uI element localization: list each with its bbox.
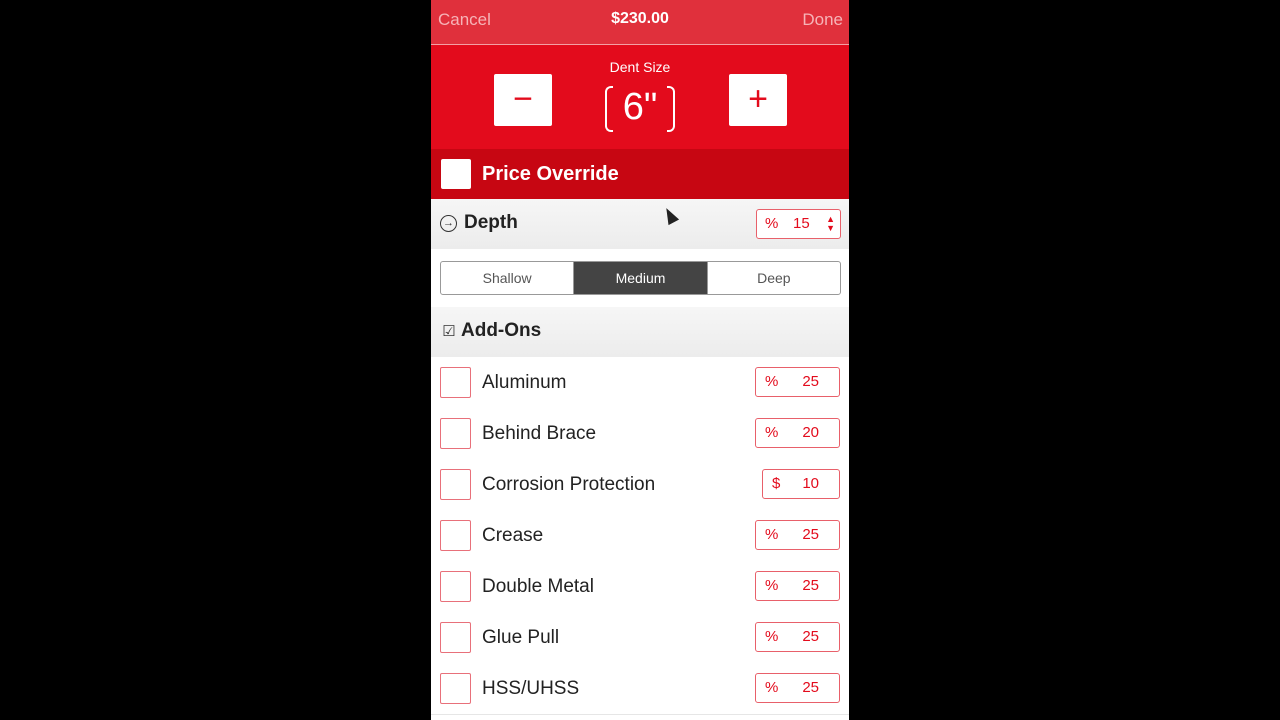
addon-value: 25 <box>802 526 819 543</box>
list-item: Double Metal % 25 <box>431 561 849 613</box>
depth-segmented-control: Shallow Medium Deep <box>440 261 841 295</box>
addon-value-field[interactable]: % 25 <box>755 673 840 703</box>
depth-section-header: → Depth % 15 ▲ ▼ <box>431 199 849 249</box>
addon-label: Aluminum <box>482 372 567 393</box>
addon-label: Glue Pull <box>482 627 560 648</box>
list-item: Corrosion Protection $ 10 <box>431 459 849 511</box>
dent-size-panel: Dent Size − 6" + <box>431 45 849 149</box>
addon-checkbox[interactable] <box>440 571 471 602</box>
addons-section-header: ☑ Add-Ons <box>431 307 849 357</box>
addon-unit: $ <box>772 475 781 492</box>
depth-title: Depth <box>464 212 518 233</box>
depth-unit: % <box>765 215 779 232</box>
list-item: Behind Brace % 20 <box>431 408 849 460</box>
segment-medium[interactable]: Medium <box>574 262 708 294</box>
addon-value-field[interactable]: % 25 <box>755 520 840 550</box>
addon-unit: % <box>765 628 779 645</box>
price-override-checkbox[interactable] <box>441 159 471 189</box>
segment-deep[interactable]: Deep <box>708 262 840 294</box>
updown-arrows-icon: ▲ ▼ <box>826 214 835 233</box>
navigation-bar: Cancel $230.00 Done <box>431 0 849 45</box>
price-override-label: Price Override <box>482 163 619 185</box>
total-price-title: $230.00 <box>611 10 669 27</box>
addon-unit: % <box>765 373 779 390</box>
addon-value-field[interactable]: % 20 <box>755 418 840 448</box>
dent-size-label: Dent Size <box>609 59 671 75</box>
addon-checkbox[interactable] <box>440 520 471 551</box>
addon-label: Corrosion Protection <box>482 474 656 495</box>
addon-unit: % <box>765 577 779 594</box>
dent-size-value: 6" <box>605 82 675 132</box>
addon-value: 25 <box>802 628 819 645</box>
addon-unit: % <box>765 424 779 441</box>
list-item: Aluminum % 25 <box>431 357 849 409</box>
addon-checkbox[interactable] <box>440 418 471 449</box>
checkbox-icon: ☑ <box>442 323 456 340</box>
addon-checkbox[interactable] <box>440 673 471 704</box>
phone-screen: Cancel $230.00 Done Dent Size − 6" + Pri… <box>431 0 849 720</box>
addon-checkbox[interactable] <box>440 469 471 500</box>
list-item: Glue Pull % 25 <box>431 612 849 664</box>
addon-value-field[interactable]: % 25 <box>755 571 840 601</box>
addon-value: 25 <box>802 679 819 696</box>
done-button[interactable]: Done <box>802 10 843 30</box>
addon-value-field[interactable]: % 25 <box>755 622 840 652</box>
segment-shallow[interactable]: Shallow <box>441 262 575 294</box>
addon-checkbox[interactable] <box>440 622 471 653</box>
list-item: Crease % 25 <box>431 510 849 562</box>
price-override-row[interactable]: Price Override <box>431 149 849 199</box>
increase-dent-size-button[interactable]: + <box>729 74 787 126</box>
addon-label: Behind Brace <box>482 423 597 444</box>
list-item: HSS/UHSS % 25 <box>431 663 849 715</box>
depth-percent-select[interactable]: % 15 ▲ ▼ <box>756 209 841 239</box>
addon-label: Double Metal <box>482 576 594 597</box>
addons-title: Add-Ons <box>461 320 542 341</box>
addon-value-field[interactable]: $ 10 <box>762 469 840 499</box>
addon-value-field[interactable]: % 25 <box>755 367 840 397</box>
addon-unit: % <box>765 526 779 543</box>
addon-value: 10 <box>802 475 819 492</box>
addon-checkbox[interactable] <box>440 367 471 398</box>
addon-label: Crease <box>482 525 544 546</box>
addon-unit: % <box>765 679 779 696</box>
decrease-dent-size-button[interactable]: − <box>494 74 552 126</box>
addon-value: 20 <box>802 424 819 441</box>
depth-value: 15 <box>793 215 810 232</box>
addon-label: HSS/UHSS <box>482 678 580 699</box>
addon-value: 25 <box>802 373 819 390</box>
addon-value: 25 <box>802 577 819 594</box>
circle-arrow-icon: → <box>440 215 457 232</box>
